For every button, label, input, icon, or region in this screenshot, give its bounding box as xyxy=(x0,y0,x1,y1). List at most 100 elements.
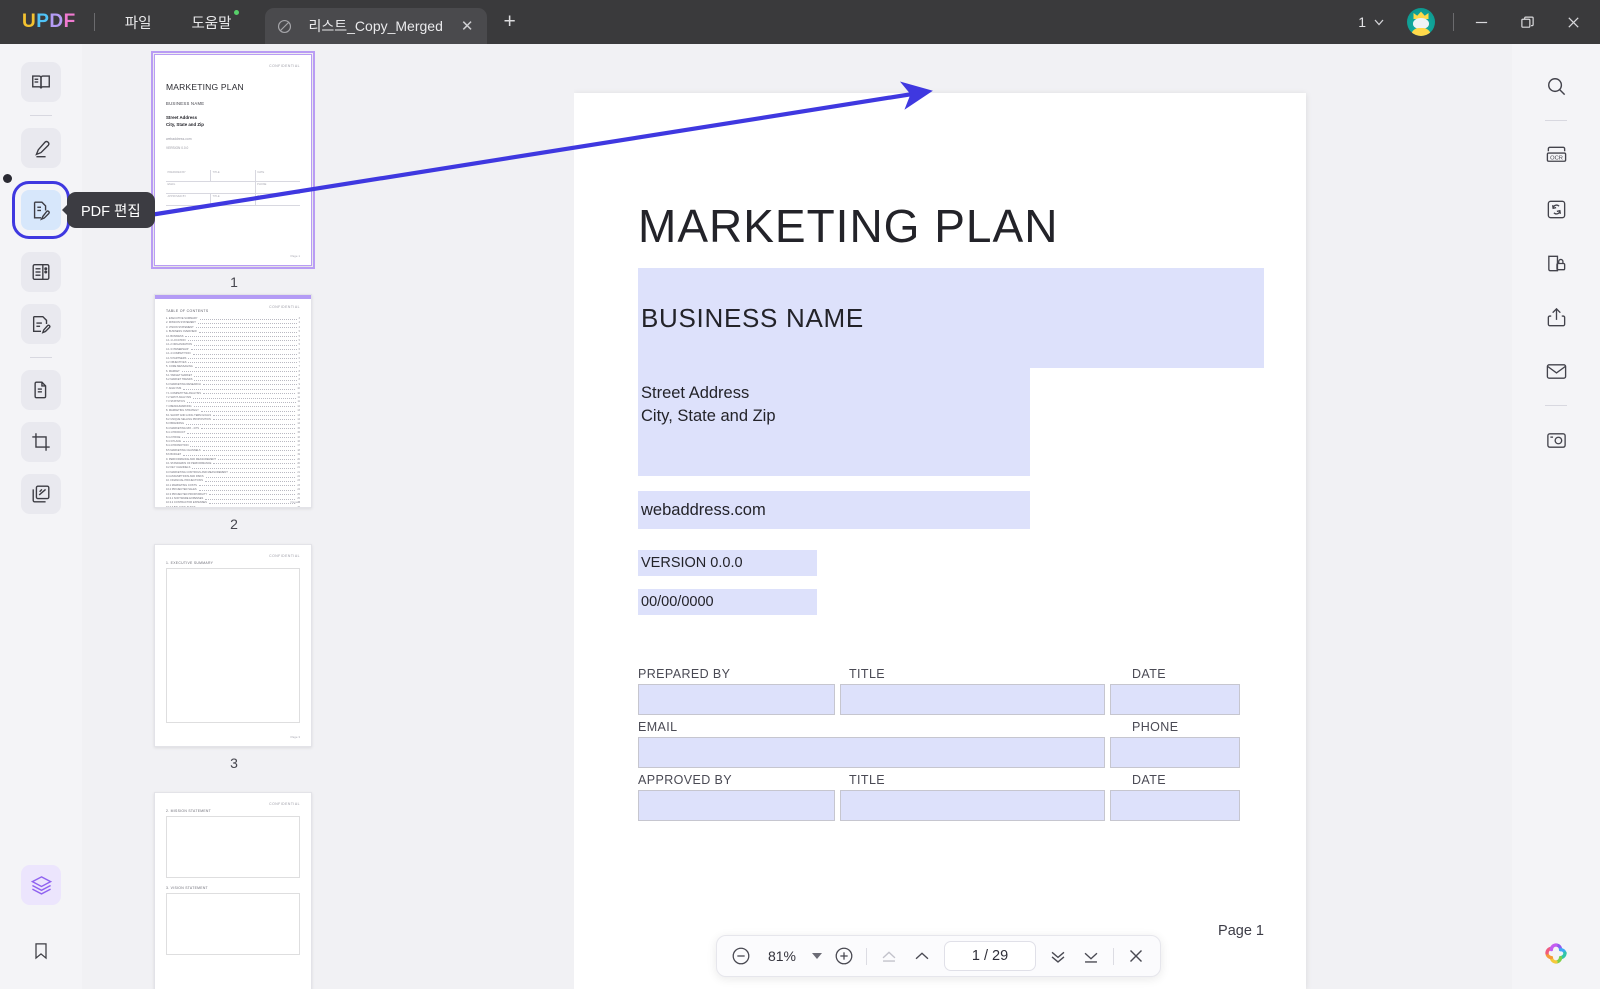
thumbnail-item-3[interactable]: CONFIDENTIAL 1. EXECUTIVE SUMMARY Page 3… xyxy=(154,544,314,771)
zoom-in-button[interactable] xyxy=(833,945,855,967)
titlebar-right-group: 1 xyxy=(1350,0,1600,44)
toc-entry: 9.2 KEY CHANNELS 21 xyxy=(166,466,300,469)
toc-entry-dots xyxy=(193,405,296,408)
minimize-button[interactable] xyxy=(1458,0,1504,44)
toc-entry-name: 10.3.1 SOFTWARE EXPENSES xyxy=(166,497,204,501)
close-tab-button[interactable]: ✕ xyxy=(458,17,477,36)
convert-icon[interactable] xyxy=(1536,189,1576,229)
toc-entry-name: 10.3.3 BALANCE SHEET xyxy=(166,505,196,508)
sidebar-item-annotate[interactable] xyxy=(21,304,61,344)
thumb4-section-label-2: 3. VISION STATEMENT xyxy=(166,886,208,890)
zoom-out-button[interactable] xyxy=(730,945,752,967)
maximize-button[interactable] xyxy=(1504,0,1550,44)
email-icon[interactable] xyxy=(1536,351,1576,391)
ocr-icon[interactable]: OCR xyxy=(1536,135,1576,175)
zoom-dropdown-caret[interactable] xyxy=(812,953,822,959)
toc-entry-dots xyxy=(195,326,297,329)
input-approved-by[interactable] xyxy=(638,790,835,821)
sidebar-item-bookmark[interactable] xyxy=(21,931,61,971)
previous-page-button[interactable] xyxy=(911,945,933,967)
toc-entry: 8.2 UNIQUE SELLING PROPOSITION 14 xyxy=(166,418,300,421)
thumbnail-page-2[interactable]: CONFIDENTIAL TABLE OF CONTENTS 1. EXECUT… xyxy=(154,294,312,508)
thumbnail-item-2[interactable]: CONFIDENTIAL TABLE OF CONTENTS 1. EXECUT… xyxy=(154,294,314,532)
toc-entry-dots xyxy=(197,506,295,507)
toc-entry-name: 7.4 BENCHMARKING xyxy=(166,404,192,408)
thumb1-cell-label: EMAIL xyxy=(167,183,176,187)
thumbnail-item-4[interactable]: CONFIDENTIAL 2. MISSION STATEMENT 3. VIS… xyxy=(154,792,314,989)
logo-letter-d: D xyxy=(49,11,64,32)
save-as-icon[interactable] xyxy=(1536,420,1576,460)
version-value: VERSION 0.0.0 xyxy=(641,555,743,571)
panel-collapse-handle[interactable] xyxy=(3,174,12,183)
toc-entry-dots xyxy=(192,467,296,469)
field-version[interactable]: VERSION 0.0.0 xyxy=(638,550,817,576)
field-business-name[interactable]: BUSINESS NAME xyxy=(638,268,1264,368)
field-website[interactable]: webaddress.com xyxy=(638,491,1030,529)
toc-entry-name: 7.2 SWOT ANALYSIS xyxy=(166,396,192,400)
thumbnail-page-1[interactable]: CONFIDENTIAL MARKETING PLAN BUSINESS NAM… xyxy=(151,51,315,269)
toc-entry-page: 25 xyxy=(297,492,300,496)
sidebar-item-crop-page[interactable] xyxy=(21,422,61,462)
field-date[interactable]: 00/00/0000 xyxy=(638,589,817,615)
thumb1-form-cell: DATE xyxy=(256,170,300,181)
close-window-button[interactable] xyxy=(1550,0,1596,44)
page-number-input[interactable]: 1 / 29 xyxy=(944,941,1036,971)
toc-entry: 7.2 SWOT ANALYSIS 11 xyxy=(166,396,300,399)
thumbnail-page-4[interactable]: CONFIDENTIAL 2. MISSION STATEMENT 3. VIS… xyxy=(154,792,312,989)
toc-entry-dots xyxy=(202,392,296,395)
toc-entry-name: 6. MARKET xyxy=(166,369,180,373)
thumbnail-page-3[interactable]: CONFIDENTIAL 1. EXECUTIVE SUMMARY Page 3 xyxy=(154,544,312,747)
logo-letter-p: P xyxy=(36,11,50,32)
toc-entry: 10. FINANCIAL PROJECTIONS 23 xyxy=(166,479,300,482)
new-tab-button[interactable]: + xyxy=(503,10,515,34)
sidebar-item-comment-highlight[interactable] xyxy=(21,128,61,168)
toc-entry-page: 19 xyxy=(297,453,300,457)
sidebar-item-reader-view[interactable] xyxy=(21,62,61,102)
input-email[interactable] xyxy=(638,737,1106,768)
toc-entry-dots xyxy=(198,489,296,491)
search-icon[interactable] xyxy=(1536,66,1576,106)
page-thumbnail-panel[interactable]: CONFIDENTIAL MARKETING PLAN BUSINESS NAM… xyxy=(82,44,574,989)
last-page-button[interactable] xyxy=(1080,945,1102,967)
left-rail-bottom-group xyxy=(21,865,61,971)
sidebar-item-organize-pages[interactable] xyxy=(21,474,61,514)
sidebar-item-form-fields[interactable] xyxy=(21,252,61,292)
field-address[interactable]: Street Address City, State and Zip xyxy=(638,368,1030,476)
menu-help[interactable]: 도움말 xyxy=(179,6,243,39)
sidebar-item-pdf-edit[interactable]: PDF 편집 xyxy=(12,181,155,239)
sidebar-item-page-convert[interactable] xyxy=(21,370,61,410)
toc-entry-dots xyxy=(198,331,297,333)
document-canvas[interactable]: MARKETING PLAN BUSINESS NAME Street Addr… xyxy=(574,44,1512,989)
toc-entry-name: 8.3 BRANDING xyxy=(166,422,185,426)
thumb1-address: Street Address City, State and Zip xyxy=(166,115,300,128)
toc-entry-page: 18 xyxy=(297,448,300,452)
first-page-button[interactable] xyxy=(878,945,900,967)
input-phone[interactable] xyxy=(1110,737,1240,768)
user-avatar[interactable] xyxy=(1407,8,1435,36)
document-tab[interactable]: 리스트_Copy_Merged ✕ xyxy=(265,8,488,44)
thumbnail-item-1[interactable]: CONFIDENTIAL MARKETING PLAN BUSINESS NAM… xyxy=(151,51,315,290)
thumb3-section-label: 1. EXECUTIVE SUMMARY xyxy=(166,561,214,565)
toc-entry-page: 4 xyxy=(298,321,300,325)
input-title-1[interactable] xyxy=(839,684,1106,715)
window-count-dropdown[interactable]: 1 xyxy=(1350,10,1393,34)
menu-file-label: 파일 xyxy=(124,15,152,32)
menu-file[interactable]: 파일 xyxy=(113,6,164,39)
input-prepared-by[interactable] xyxy=(638,684,835,715)
thumb1-cell-label: DATE xyxy=(257,195,265,199)
close-toolbar-button[interactable] xyxy=(1125,945,1147,967)
ai-assistant-button[interactable] xyxy=(1542,939,1570,967)
protect-icon[interactable] xyxy=(1536,243,1576,283)
toc-entry: 4.1.3 OWNERSHIP 6 xyxy=(166,348,300,351)
toc-entry-dots xyxy=(194,366,297,368)
website-value: webaddress.com xyxy=(641,500,766,519)
input-date-1[interactable] xyxy=(1110,684,1240,715)
toc-entry-name: 6.2 MARKET TRENDS xyxy=(166,378,193,382)
next-page-button[interactable] xyxy=(1047,945,1069,967)
input-title-2[interactable] xyxy=(839,790,1106,821)
share-icon[interactable] xyxy=(1536,297,1576,337)
document-page[interactable]: MARKETING PLAN BUSINESS NAME Street Addr… xyxy=(574,93,1306,989)
input-date-2[interactable] xyxy=(1110,790,1240,821)
toc-entry: 7.4 BENCHMARKING 12 xyxy=(166,405,300,408)
sidebar-item-layers[interactable] xyxy=(21,865,61,905)
